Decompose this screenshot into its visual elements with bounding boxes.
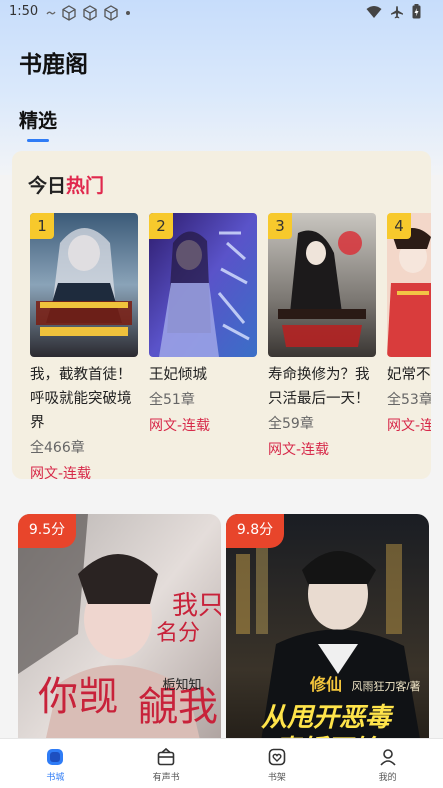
book-title[interactable]: 妃常不妃记录 [387, 363, 431, 387]
hot-book-item[interactable]: 2 王妃倾城 全51章 网文-连载 [149, 213, 257, 438]
svg-text:栀知知: 栀知知 [162, 677, 201, 692]
cube-icon [104, 5, 118, 21]
book-tag: 网文-连载 [268, 442, 330, 458]
profile-icon [380, 749, 396, 766]
book-title[interactable]: 寿命换修为？我只活最后一天！ [268, 363, 376, 411]
nav-label: 书城 [46, 773, 65, 783]
rank-badge: 1 [30, 213, 54, 239]
book-chapter-count: 全59章 [268, 416, 314, 432]
hot-title-accent: 热门 [66, 175, 105, 197]
status-right-icons [366, 4, 421, 19]
nav-item-audiobook[interactable]: 有声书 [111, 739, 222, 788]
status-time: 1:50 [9, 4, 39, 19]
rank-badge: 4 [387, 213, 411, 239]
book-tag: 网文-连载 [30, 466, 92, 479]
book-cover[interactable]: 4 [387, 213, 431, 357]
svg-text:修仙: 修仙 [309, 675, 342, 694]
hot-section: 今日热门 1 我，截教首徒！呼吸就能突破境界 全466章 网文-连载 2 王妃倾… [12, 151, 431, 479]
hot-title-prefix: 今日 [28, 175, 67, 197]
wifi-icon [366, 5, 382, 18]
nav-item-bookstore[interactable]: 书城 [0, 739, 111, 788]
header-background [0, 0, 443, 175]
cube-icon [62, 5, 76, 21]
svg-text:我只: 我只 [172, 591, 221, 620]
hot-book-item[interactable]: 4 妃常不妃记录 全53章 网文-连 [387, 213, 431, 438]
score-badge: 9.8分 [226, 514, 284, 548]
svg-text:从甩开恶毒: 从甩开恶毒 [261, 702, 394, 732]
book-cover[interactable]: 1 [30, 213, 138, 357]
status-left-icons [46, 5, 132, 21]
bookshelf-icon [268, 748, 286, 766]
recommendation-card[interactable]: 我只 名分 你觊 覦我 栀知知 9.5分 [18, 514, 221, 774]
book-tag: 网文-连载 [149, 418, 211, 434]
cube-icon [83, 5, 97, 21]
app-title: 书鹿阁 [19, 52, 88, 78]
svg-text:风雨狂刀客/著: 风雨狂刀客/著 [351, 679, 420, 693]
recommendation-cover-art: 我只 名分 你觊 覦我 栀知知 [18, 514, 221, 774]
nav-label: 书架 [267, 773, 286, 783]
hot-section-title: 今日热门 [28, 171, 104, 198]
tab-bar: 精选 [19, 106, 57, 142]
radio-icon [157, 747, 175, 766]
battery-icon [412, 4, 421, 19]
book-cover[interactable]: 3 [268, 213, 376, 357]
recommendation-card[interactable]: 修仙 风雨狂刀客/著 从甩开恶毒 素婚开始 9.8分 [226, 514, 429, 774]
bottom-nav: 书城 有声书 书架 我的 [0, 738, 443, 788]
book-cover[interactable]: 2 [149, 213, 257, 357]
book-title[interactable]: 我，截教首徒！呼吸就能突破境界 [30, 363, 138, 435]
hot-book-item[interactable]: 3 寿命换修为？我只活最后一天！ 全59章 网文-连载 [268, 213, 376, 462]
book-chapter-count: 全51章 [149, 392, 195, 408]
nav-item-profile[interactable]: 我的 [332, 739, 443, 788]
tilde-icon [46, 11, 56, 15]
tab-indicator [27, 139, 49, 142]
rank-badge: 3 [268, 213, 292, 239]
svg-text:你觊: 你觊 [38, 674, 118, 719]
rank-badge: 2 [149, 213, 173, 239]
book-chapter-count: 全466章 [30, 440, 85, 456]
recommendation-cover-art: 修仙 风雨狂刀客/著 从甩开恶毒 素婚开始 [226, 514, 429, 774]
book-title[interactable]: 王妃倾城 [149, 363, 257, 387]
book-chapter-count: 全53章 [387, 392, 431, 408]
nav-label: 我的 [378, 773, 397, 783]
svg-text:名分: 名分 [156, 620, 200, 645]
bookstore-icon [47, 749, 64, 765]
nav-item-bookshelf[interactable]: 书架 [222, 739, 333, 788]
airplane-icon [391, 5, 403, 18]
dot-icon [126, 11, 130, 15]
book-tag: 网文-连 [387, 418, 431, 434]
hot-book-item[interactable]: 1 我，截教首徒！呼吸就能突破境界 全466章 网文-连载 [30, 213, 138, 479]
nav-label: 有声书 [152, 773, 180, 783]
status-bar: 1:50 [0, 0, 443, 26]
tab-featured[interactable]: 精选 [19, 106, 57, 133]
score-badge: 9.5分 [18, 514, 76, 548]
